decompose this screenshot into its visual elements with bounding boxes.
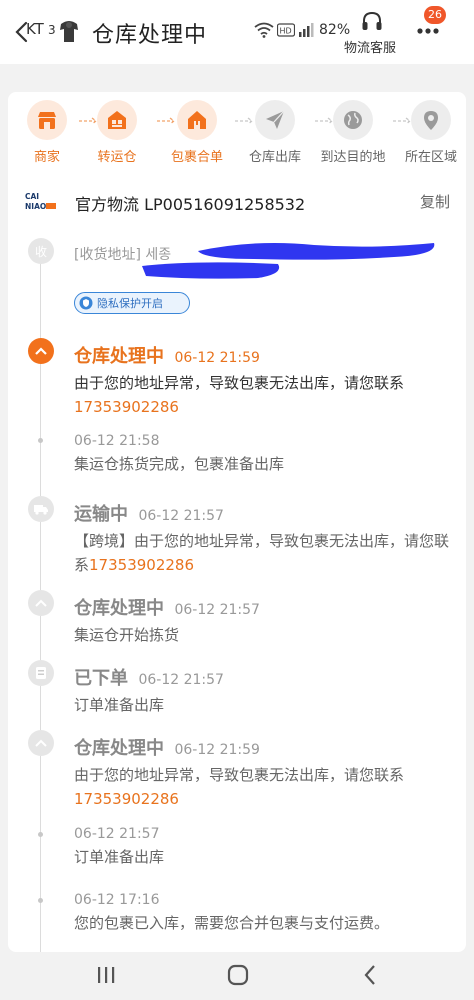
privacy-protection-badge[interactable]: 隐私保护开启 (74, 292, 190, 314)
step-label: 商家 (33, 150, 60, 165)
cainiao-logo: CAI NIAO (25, 192, 56, 211)
event-description: 订单准备出库 (74, 848, 165, 866)
top-bar: KT 3 仓库处理中 HD 82% 物流客服 26 (0, 0, 474, 64)
redaction-scribble (142, 262, 280, 279)
step-arrival: 到达目的地 (316, 100, 390, 165)
event-description: 由于您的地址异常，导致包裹无法出库，请您联系 (74, 766, 405, 784)
tracking-number: 官方物流 LP00516091258532 (75, 195, 306, 214)
chevron-up-icon (28, 730, 54, 756)
event-status: 仓库处理中 (74, 738, 164, 759)
hd-icon: HD (277, 23, 295, 37)
status-carrier-text: KT (26, 20, 44, 38)
step-label: 到达目的地 (320, 150, 386, 165)
recent-apps-icon[interactable] (96, 966, 116, 984)
system-nav-bar (0, 952, 474, 1000)
privacy-label: 隐私保护开启 (97, 297, 163, 310)
step-current-region: 所在区域 (394, 100, 466, 165)
notification-badge: 26 (424, 6, 446, 24)
timeline-dot (38, 832, 43, 837)
event-time: 06-12 21:57 (174, 602, 260, 618)
wifi-icon (254, 22, 274, 38)
event-time: 06-12 21:57 (74, 826, 160, 842)
event-description: 您的包裹已入库，需要您合并包裹与支付运费。 (74, 914, 390, 932)
logistics-card: 商家 转运仓 包裹合单 仓库出库 到达目的地 所在区域 CAI NIAO 官方物… (8, 92, 466, 952)
event-time: 06-12 21:58 (74, 433, 160, 449)
shield-icon (79, 296, 93, 310)
event-status: 仓库处理中 (74, 346, 164, 367)
timeline-event: 已下单 06-12 21:57 订单准备出库 (74, 664, 454, 717)
chevron-up-icon (28, 338, 54, 364)
phone-link[interactable]: 17353902286 (89, 556, 194, 574)
event-description: 集运仓拣货完成，包裹准备出库 (74, 455, 285, 473)
step-merchant: 商家 (10, 100, 84, 165)
progress-steps: 商家 转运仓 包裹合单 仓库出库 到达目的地 所在区域 (8, 100, 466, 172)
timeline-event: 06-12 17:16 您的包裹已入库，需要您合并包裹与支付运费。 (74, 892, 454, 935)
event-description: 由于您的地址异常，导致包裹无法出库，请您联系 (74, 374, 405, 392)
step-label: 包裹合单 (170, 150, 223, 165)
timeline-dot (38, 438, 43, 443)
event-status: 已下单 (74, 668, 128, 689)
phone-link[interactable]: 17353902286 (74, 790, 179, 808)
chevron-up-icon (28, 590, 54, 616)
receiver-icon: 收 (28, 238, 54, 264)
timeline-event: 06-12 21:57 订单准备出库 (74, 826, 454, 869)
event-description: 集运仓开始拣货 (74, 626, 180, 644)
signal-icon (299, 23, 314, 37)
store-icon (38, 112, 56, 129)
event-status: 运输中 (74, 504, 128, 525)
order-icon (28, 660, 54, 686)
house-icon (188, 111, 206, 129)
avatar-icon (60, 21, 78, 42)
logistics-service-label[interactable]: 物流客服 (344, 37, 396, 56)
location-pin-icon (424, 111, 438, 130)
event-time: 06-12 21:59 (174, 742, 260, 758)
status-number: 3 (48, 23, 56, 37)
step-label: 所在区域 (404, 150, 457, 165)
more-options-icon[interactable] (416, 26, 440, 36)
step-transit-warehouse: 转运仓 (80, 100, 154, 165)
battery-text: 82% (319, 22, 351, 38)
svg-text:CAI: CAI (25, 192, 39, 201)
event-time: 06-12 21:57 (138, 508, 224, 524)
event-time: 06-12 21:59 (174, 350, 260, 366)
page-title: 仓库处理中 (92, 23, 208, 48)
event-time: 06-12 21:57 (138, 672, 224, 688)
warehouse-icon (108, 111, 126, 129)
timeline-event: 仓库处理中 06-12 21:59 由于您的地址异常，导致包裹无法出库，请您联系… (74, 342, 454, 419)
truck-icon (28, 496, 54, 522)
copy-button[interactable]: 复制 (420, 191, 450, 212)
system-status-icons: HD 82% (254, 20, 350, 40)
svg-text:NIAO: NIAO (25, 202, 46, 211)
timeline-event: 06-12 21:58 集运仓拣货完成，包裹准备出库 (74, 433, 454, 476)
carrier-row: CAI NIAO 官方物流 LP00516091258532 复制 (8, 188, 466, 216)
globe-icon (344, 111, 362, 129)
nav-back-icon[interactable] (363, 964, 377, 986)
event-description: 订单准备出库 (74, 696, 165, 714)
svg-text:HD: HD (280, 27, 292, 36)
paper-plane-icon (266, 110, 285, 129)
step-label: 转运仓 (97, 150, 137, 165)
step-label: 仓库出库 (248, 150, 301, 165)
event-status: 仓库处理中 (74, 598, 164, 619)
timeline-event: 仓库处理中 06-12 21:57 集运仓开始拣货 (74, 594, 454, 647)
phone-link[interactable]: 17353902286 (74, 398, 179, 416)
step-package-merge: 包裹合单 (160, 100, 234, 165)
home-icon[interactable] (227, 964, 249, 986)
timeline-dot (38, 898, 43, 903)
timeline-event: 运输中 06-12 21:57 【跨境】由于您的地址异常，导致包裹无法出库，请您… (74, 500, 454, 577)
step-warehouse-outbound: 仓库出库 (238, 100, 312, 165)
headset-icon[interactable] (360, 10, 384, 34)
event-time: 06-12 17:16 (74, 892, 160, 908)
timeline-event: 仓库处理中 06-12 21:59 由于您的地址异常，导致包裹无法出库，请您联系… (74, 734, 454, 811)
